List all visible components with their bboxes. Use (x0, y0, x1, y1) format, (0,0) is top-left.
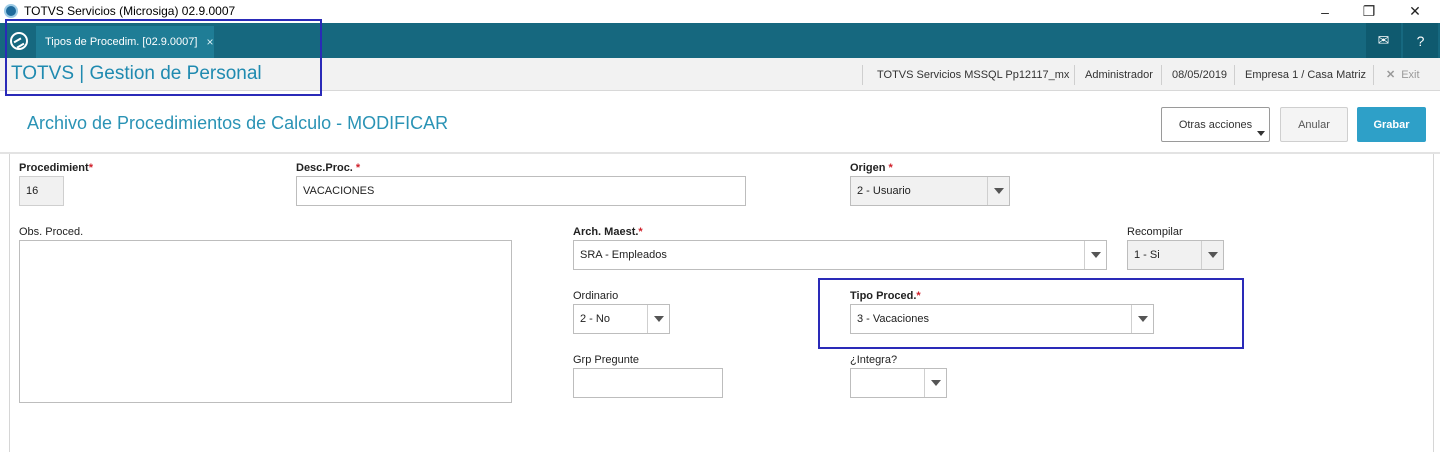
chevron-down-icon (1257, 131, 1265, 136)
arch-maest-label: Arch. Maest.* (573, 226, 643, 238)
chevron-down-icon[interactable] (1201, 241, 1223, 269)
procedimient-label: Procedimient* (19, 162, 93, 174)
integra-select[interactable] (850, 368, 947, 398)
obs-proced-label: Obs. Proced. (19, 226, 84, 238)
help-icon[interactable]: ? (1403, 23, 1438, 58)
ordinario-value: 2 - No (580, 313, 610, 325)
close-window-button[interactable]: ✕ (1392, 0, 1438, 23)
recompilar-select[interactable]: 1 - Si (1127, 240, 1224, 270)
exit-icon: ✕ (1386, 69, 1396, 81)
grabar-button[interactable]: Grabar (1357, 107, 1426, 142)
ordinario-label: Ordinario (573, 290, 619, 302)
chevron-down-icon[interactable] (987, 177, 1009, 205)
page-title: Archivo de Procedimientos de Calculo - M… (27, 113, 449, 133)
highlight-box (5, 19, 322, 96)
user-info: Administrador (1085, 68, 1153, 81)
recompilar-value: 1 - Si (1134, 249, 1160, 261)
obs-proced-textarea[interactable] (19, 240, 512, 403)
divider (1161, 65, 1162, 85)
window-title: TOTVS Servicios (Microsiga) 02.9.0007 (24, 4, 236, 18)
divider (862, 65, 863, 85)
otras-acciones-button[interactable]: Otras acciones (1161, 107, 1270, 142)
grp-pregunte-label: Grp Pregunte (573, 354, 640, 366)
integra-label: ¿Integra? (850, 354, 898, 366)
chevron-down-icon[interactable] (924, 369, 946, 397)
date-info: 08/05/2019 (1172, 68, 1228, 81)
company-info: Empresa 1 / Casa Matriz (1245, 68, 1367, 81)
arch-maest-value: SRA - Empleados (580, 249, 667, 261)
divider (1234, 65, 1235, 85)
exit-button[interactable]: ✕ Exit (1386, 58, 1420, 91)
mail-icon[interactable]: ✉ (1366, 23, 1401, 58)
server-info: TOTVS Servicios MSSQL Pp12117_mx (877, 68, 1070, 81)
app-icon (4, 4, 18, 18)
exit-label: Exit (1401, 68, 1420, 81)
ordinario-select[interactable]: 2 - No (573, 304, 670, 334)
origen-select[interactable]: 2 - Usuario (850, 176, 1010, 206)
arch-maest-select[interactable]: SRA - Empleados (573, 240, 1107, 270)
chevron-down-icon[interactable] (647, 305, 669, 333)
anular-button[interactable]: Anular (1280, 107, 1348, 142)
origen-label: Origen * (850, 162, 893, 174)
restore-button[interactable]: ❐ (1346, 0, 1392, 23)
otras-acciones-label: Otras acciones (1178, 118, 1253, 131)
minimize-button[interactable]: – (1302, 0, 1348, 23)
origen-value: 2 - Usuario (857, 185, 911, 197)
divider (1074, 65, 1075, 85)
chevron-down-icon[interactable] (1084, 241, 1106, 269)
grp-pregunte-field[interactable] (573, 368, 723, 398)
procedimient-field[interactable]: 16 (19, 176, 64, 206)
highlight-box (818, 278, 1244, 349)
desc-proc-field[interactable]: VACACIONES (296, 176, 746, 206)
recompilar-label: Recompilar (1127, 226, 1183, 238)
desc-proc-label: Desc.Proc. * (296, 162, 361, 174)
divider (1373, 65, 1374, 85)
